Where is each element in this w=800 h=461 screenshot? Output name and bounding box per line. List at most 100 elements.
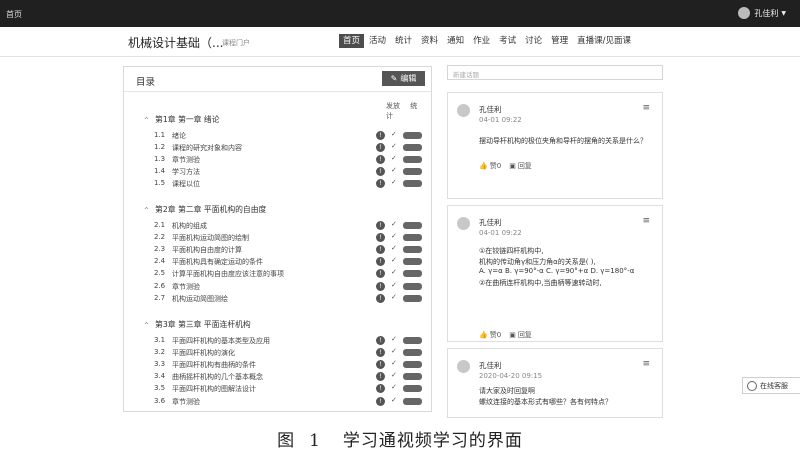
info-icon[interactable]: ! bbox=[376, 131, 385, 140]
lesson-row[interactable]: 1.1 绪论! ✓ bbox=[154, 130, 424, 141]
check-icon: ✓ bbox=[391, 130, 397, 138]
check-icon: ✓ bbox=[391, 178, 397, 187]
caption-fig: 图 bbox=[277, 431, 296, 451]
nav-tab[interactable]: 讨论 bbox=[521, 34, 546, 48]
reply-button[interactable]: ▣ 回复 bbox=[509, 161, 532, 171]
chapter-title[interactable]: ^ 第1章 第一章 绪论 bbox=[144, 114, 220, 125]
nav-tab[interactable]: 资料 bbox=[417, 34, 442, 48]
info-icon[interactable]: ! bbox=[376, 245, 385, 255]
lesson-row[interactable]: 2.5 计算平面机构自由度应该注意的事项! ✓ bbox=[154, 268, 424, 279]
lesson-number: 2.7 bbox=[154, 293, 166, 302]
user-menu[interactable]: 孔佳利 ▼ bbox=[738, 7, 786, 19]
like-button[interactable]: 👍 赞0 bbox=[479, 161, 501, 171]
course-title: 机械设计基础（... bbox=[128, 36, 224, 50]
info-icon[interactable]: ! bbox=[376, 155, 385, 165]
progress-badge bbox=[403, 180, 422, 188]
lesson-title[interactable]: 课程以位 bbox=[172, 179, 200, 189]
online-service-button[interactable]: 在线客服 bbox=[742, 377, 800, 394]
lesson-row[interactable]: 3.2 平面四杆机构的演化! ✓ bbox=[154, 347, 424, 358]
lesson-title[interactable]: 平面四杆机构的基本类型及应用 bbox=[172, 336, 270, 346]
lesson-title[interactable]: 章节测验 bbox=[172, 155, 200, 165]
nav-tab[interactable]: 考试 bbox=[495, 34, 520, 48]
lesson-title[interactable]: 课程的研究对象和内容 bbox=[172, 143, 242, 153]
info-icon[interactable]: ! bbox=[376, 396, 385, 406]
lesson-row[interactable]: 3.1 平面四杆机构的基本类型及应用! ✓ bbox=[154, 335, 424, 346]
lesson-title[interactable]: 平面机构具有确定运动的条件 bbox=[172, 257, 263, 267]
progress-badge bbox=[403, 144, 422, 152]
lesson-title[interactable]: 章节测验 bbox=[172, 397, 200, 407]
chevron-up-icon[interactable]: ^ bbox=[144, 322, 149, 329]
home-link[interactable]: 首页 bbox=[6, 9, 22, 20]
lesson-row[interactable]: 1.2 课程的研究对象和内容! ✓ bbox=[154, 142, 424, 153]
info-icon[interactable]: ! bbox=[376, 269, 385, 279]
lesson-title[interactable]: 机构的组成 bbox=[172, 221, 207, 231]
reply-label: 回复 bbox=[517, 162, 532, 170]
top-bar: 首页 孔佳利 ▼ bbox=[0, 0, 800, 27]
lesson-title[interactable]: 平面机构运动简图的绘制 bbox=[172, 233, 249, 243]
nav-tab[interactable]: 直播课/见面课 bbox=[573, 34, 635, 48]
lesson-row[interactable]: 2.6 章节测验! ✓ bbox=[154, 281, 424, 292]
nav-tab[interactable]: 首页 bbox=[339, 34, 365, 48]
progress-badge bbox=[403, 373, 422, 381]
lesson-row[interactable]: 3.4 曲柄摇杆机构的几个基本概念! ✓ bbox=[154, 371, 424, 382]
course-portal-link[interactable]: 课程门户 bbox=[222, 38, 250, 48]
nav-tab[interactable]: 管理 bbox=[547, 34, 572, 48]
lesson-row[interactable]: 3.6 章节测验! ✓ bbox=[154, 396, 424, 407]
lesson-title[interactable]: 曲柄摇杆机构的几个基本概念 bbox=[172, 372, 263, 382]
lesson-row[interactable]: 1.4 学习方法! ✓ bbox=[154, 166, 424, 177]
nav-tab[interactable]: 统计 bbox=[391, 34, 416, 48]
chevron-up-icon[interactable]: ^ bbox=[144, 207, 149, 214]
info-icon[interactable]: ! bbox=[376, 221, 385, 230]
lesson-row[interactable]: 2.1 机构的组成! ✓ bbox=[154, 220, 424, 231]
info-icon[interactable]: ! bbox=[376, 257, 385, 267]
lesson-title[interactable]: 平面四杆机构有曲柄的条件 bbox=[172, 360, 256, 370]
lesson-row[interactable]: 3.5 平面四杆机构的图解法设计! ✓ bbox=[154, 383, 424, 394]
lesson-row[interactable]: 2.4 平面机构具有确定运动的条件! ✓ bbox=[154, 256, 424, 267]
lesson-row[interactable]: 2.2 平面机构运动简图的绘制! ✓ bbox=[154, 232, 424, 243]
info-icon[interactable]: ! bbox=[376, 233, 385, 243]
lesson-title[interactable]: 平面四杆机构的图解法设计 bbox=[172, 384, 256, 394]
info-icon[interactable]: ! bbox=[376, 143, 385, 153]
info-icon[interactable]: ! bbox=[376, 179, 385, 189]
lesson-title[interactable]: 计算平面机构自由度应该注意的事项 bbox=[172, 269, 284, 279]
edit-button[interactable]: ✎ 编辑 bbox=[382, 71, 425, 86]
nav-tab[interactable]: 作业 bbox=[469, 34, 494, 48]
lesson-title[interactable]: 绪论 bbox=[172, 131, 186, 141]
lesson-row[interactable]: 2.7 机构运动简图测绘! ✓ bbox=[154, 293, 424, 304]
chapter-title[interactable]: ^ 第3章 第三章 平面连杆机构 bbox=[144, 319, 251, 330]
info-icon[interactable]: ! bbox=[376, 293, 385, 303]
lesson-row[interactable]: 2.3 平面机构自由度的计算! ✓ bbox=[154, 244, 424, 255]
menu-icon[interactable]: ≡ bbox=[642, 103, 650, 113]
info-icon[interactable]: ! bbox=[376, 336, 385, 345]
info-icon[interactable]: ! bbox=[376, 384, 385, 394]
chapter-label: 第3章 第三章 平面连杆机构 bbox=[155, 320, 251, 329]
menu-icon[interactable]: ≡ bbox=[642, 216, 650, 226]
lesson-title[interactable]: 章节测验 bbox=[172, 282, 200, 292]
info-icon[interactable]: ! bbox=[376, 360, 385, 370]
lesson-title[interactable]: 机构运动简图测绘 bbox=[172, 294, 228, 304]
lesson-row[interactable]: 1.5 课程以位! ✓ bbox=[154, 178, 424, 189]
chapter-title[interactable]: ^ 第2章 第二章 平面机构的自由度 bbox=[144, 204, 266, 215]
info-icon[interactable]: ! bbox=[376, 281, 385, 291]
chevron-up-icon[interactable]: ^ bbox=[144, 117, 149, 124]
lesson-title[interactable]: 平面机构自由度的计算 bbox=[172, 245, 242, 255]
lesson-title[interactable]: 学习方法 bbox=[172, 167, 200, 177]
progress-badge bbox=[403, 270, 422, 278]
info-icon[interactable]: ! bbox=[376, 348, 385, 358]
check-icon: ✓ bbox=[391, 371, 397, 380]
progress-badge bbox=[403, 397, 422, 405]
nav-tab[interactable]: 通知 bbox=[443, 34, 468, 48]
lesson-row[interactable]: 1.3 章节测验! ✓ bbox=[154, 154, 424, 165]
discussion-post: 孔佳利 04-01 09:22 ≡ ①在铰链四杆机构中, 机构的传动角γ和压力角α的关系… bbox=[447, 205, 663, 342]
info-icon[interactable]: ! bbox=[376, 167, 385, 177]
new-topic-input[interactable]: 新建话题 bbox=[447, 65, 663, 80]
nav-tab[interactable]: 活动 bbox=[365, 34, 390, 48]
menu-icon[interactable]: ≡ bbox=[642, 359, 650, 369]
lesson-number: 2.3 bbox=[154, 245, 166, 254]
info-icon[interactable]: ! bbox=[376, 372, 385, 382]
reply-button[interactable]: ▣ 回复 bbox=[509, 330, 532, 340]
like-button[interactable]: 👍 赞0 bbox=[479, 330, 501, 340]
lesson-title[interactable]: 平面四杆机构的演化 bbox=[172, 348, 235, 358]
post-content-line: ②在曲柄连杆机构中,当曲柄等速转动时, bbox=[479, 278, 602, 287]
lesson-row[interactable]: 3.3 平面四杆机构有曲柄的条件! ✓ bbox=[154, 359, 424, 370]
